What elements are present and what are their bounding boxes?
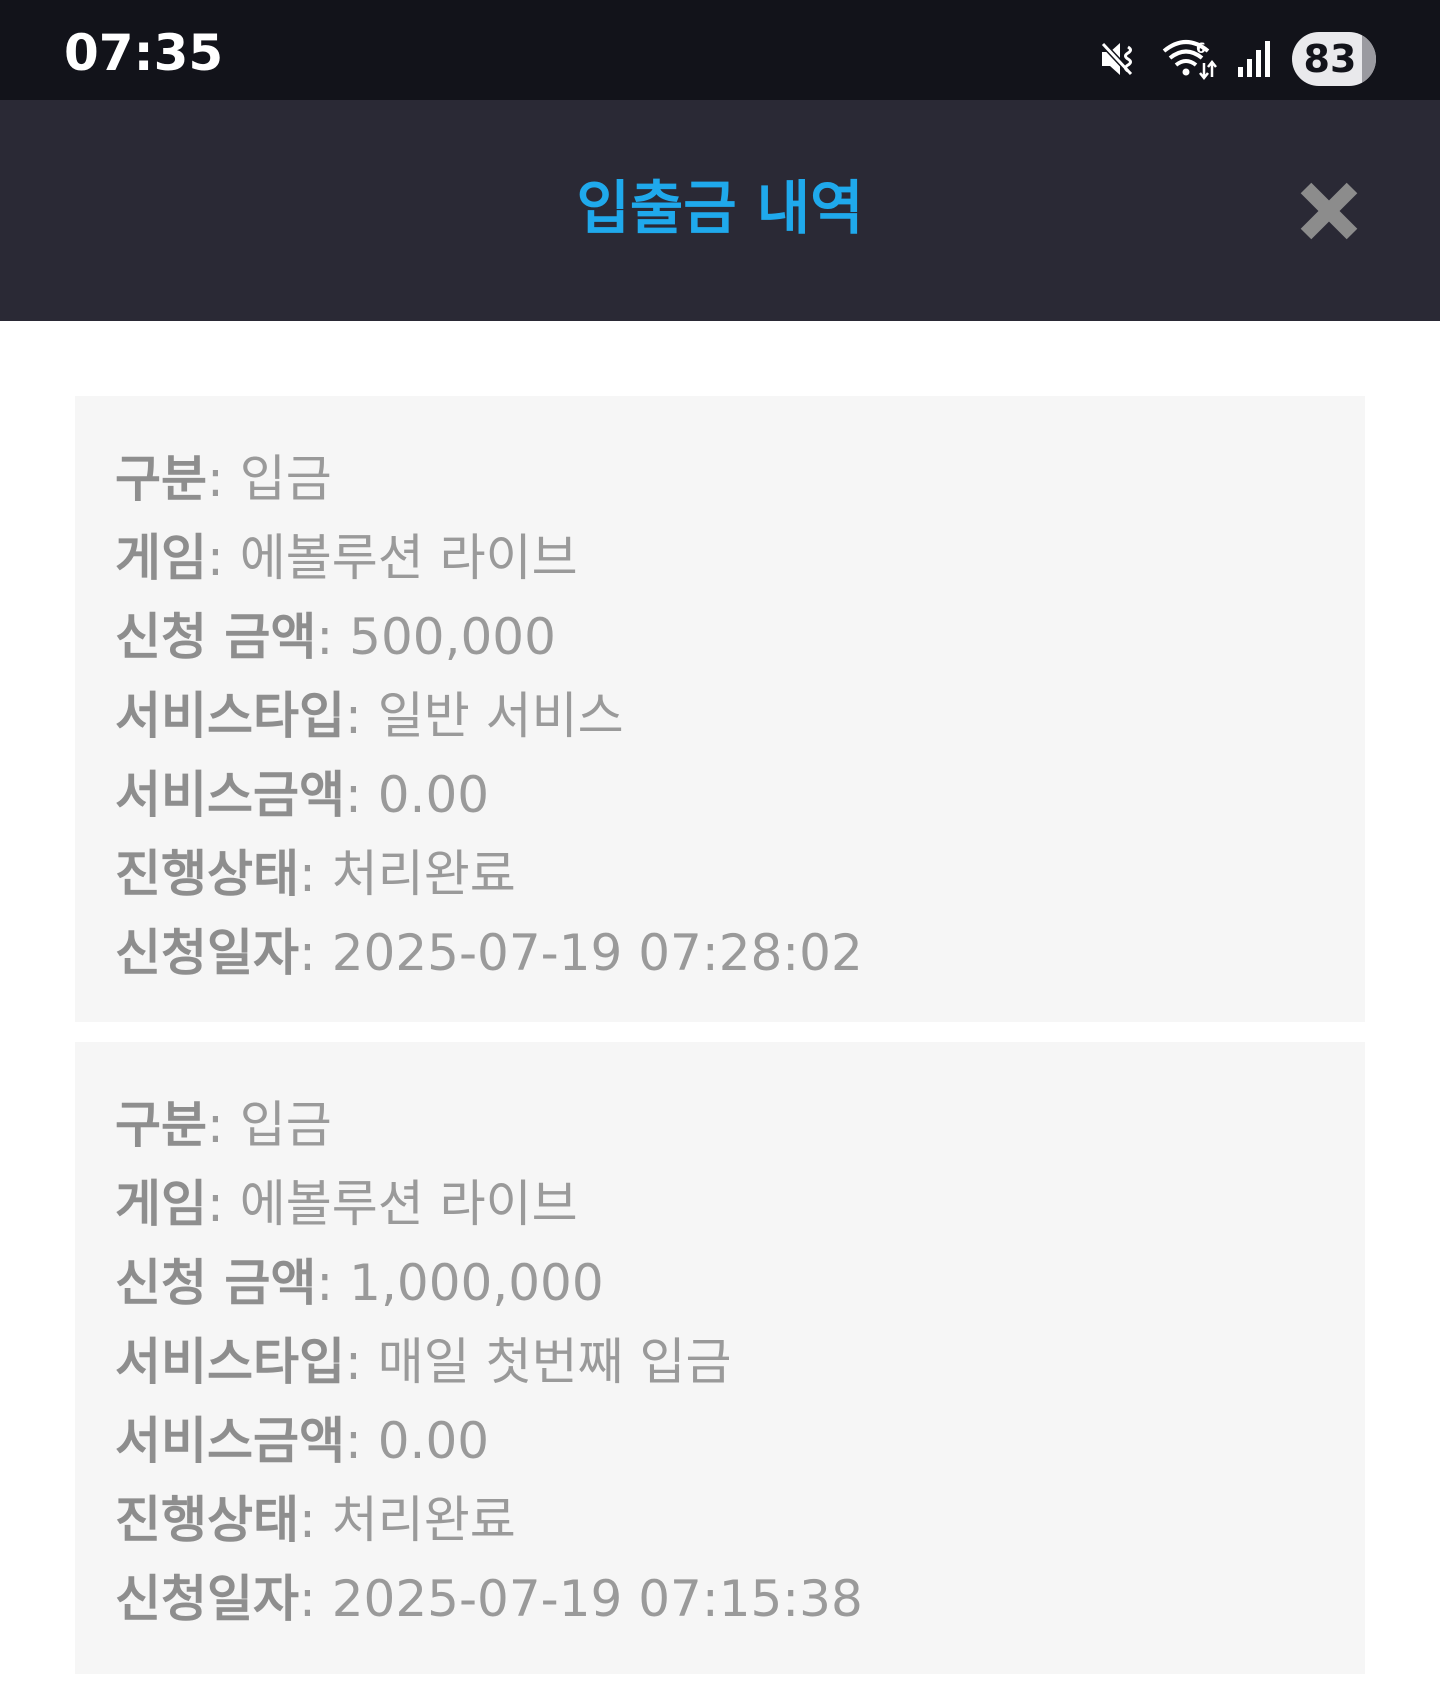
transaction-list: 구분: 입금 게임: 에볼루션 라이브 신청 금액: 500,000 서비스타입… xyxy=(75,396,1365,1694)
transaction-card: 구분: 입금 게임: 에볼루션 라이브 신청 금액: 500,000 서비스타입… xyxy=(75,396,1365,1022)
record-value: 처리완료 xyxy=(331,1491,516,1549)
record-label: 서비스타입 xyxy=(115,687,345,745)
record-value: 2025-07-19 07:28:02 xyxy=(331,924,863,982)
record-label: 진행상태 xyxy=(115,1491,299,1549)
mute-icon xyxy=(1098,37,1142,81)
page-header: 입출금 내역 xyxy=(0,100,1440,321)
record-service-type-row: 서비스타입: 일반 서비스 xyxy=(115,687,624,745)
record-label: 게임 xyxy=(115,1175,207,1233)
record-amount-row: 신청 금액: 1,000,000 xyxy=(115,1254,604,1312)
record-label: 신청 금액 xyxy=(115,608,317,666)
page-title: 입출금 내역 xyxy=(576,174,864,242)
record-value: 0.00 xyxy=(377,766,490,824)
record-label: 구분 xyxy=(115,1096,207,1154)
record-type-row: 구분: 입금 xyxy=(115,450,332,508)
record-game-row: 게임: 에볼루션 라이브 xyxy=(115,1175,578,1233)
record-label: 구분 xyxy=(115,450,207,508)
record-value: 500,000 xyxy=(349,608,556,666)
status-icons: 6 83 xyxy=(1098,30,1376,88)
record-label: 서비스금액 xyxy=(115,1412,345,1470)
record-value: 1,000,000 xyxy=(349,1254,604,1312)
record-game-row: 게임: 에볼루션 라이브 xyxy=(115,529,578,587)
record-label: 신청일자 xyxy=(115,924,299,982)
record-value: 에볼루션 라이브 xyxy=(239,1175,578,1233)
record-service-type-row: 서비스타입: 매일 첫번째 입금 xyxy=(115,1333,732,1391)
record-value: 입금 xyxy=(239,1096,332,1154)
status-bar: 07:35 6 83 xyxy=(0,0,1440,100)
record-value: 일반 서비스 xyxy=(377,687,624,745)
svg-text:6: 6 xyxy=(1196,41,1206,57)
record-status-row: 진행상태: 처리완료 xyxy=(115,1491,516,1549)
record-service-amount-row: 서비스금액: 0.00 xyxy=(115,1412,490,1470)
battery-icon: 83 xyxy=(1292,32,1376,86)
close-icon[interactable] xyxy=(1296,178,1362,244)
transaction-card: 구분: 입금 게임: 에볼루션 라이브 신청 금액: 1,000,000 서비스… xyxy=(75,1042,1365,1674)
record-service-amount-row: 서비스금액: 0.00 xyxy=(115,766,490,824)
record-value: 입금 xyxy=(239,450,332,508)
signal-icon xyxy=(1236,37,1274,81)
record-date-row: 신청일자: 2025-07-19 07:15:38 xyxy=(115,1570,863,1628)
record-type-row: 구분: 입금 xyxy=(115,1096,332,1154)
record-value: 2025-07-19 07:15:38 xyxy=(331,1570,863,1628)
status-time: 07:35 xyxy=(64,24,224,82)
record-label: 서비스금액 xyxy=(115,766,345,824)
record-value: 0.00 xyxy=(377,1412,490,1470)
battery-level: 83 xyxy=(1303,37,1357,81)
record-value: 매일 첫번째 입금 xyxy=(377,1333,732,1391)
record-value: 처리완료 xyxy=(331,845,516,903)
record-label: 게임 xyxy=(115,529,207,587)
wifi-icon: 6 xyxy=(1160,37,1218,81)
record-status-row: 진행상태: 처리완료 xyxy=(115,845,516,903)
record-label: 신청일자 xyxy=(115,1570,299,1628)
record-amount-row: 신청 금액: 500,000 xyxy=(115,608,556,666)
record-value: 에볼루션 라이브 xyxy=(239,529,578,587)
record-label: 신청 금액 xyxy=(115,1254,317,1312)
record-label: 진행상태 xyxy=(115,845,299,903)
record-date-row: 신청일자: 2025-07-19 07:28:02 xyxy=(115,924,863,982)
record-label: 서비스타입 xyxy=(115,1333,345,1391)
